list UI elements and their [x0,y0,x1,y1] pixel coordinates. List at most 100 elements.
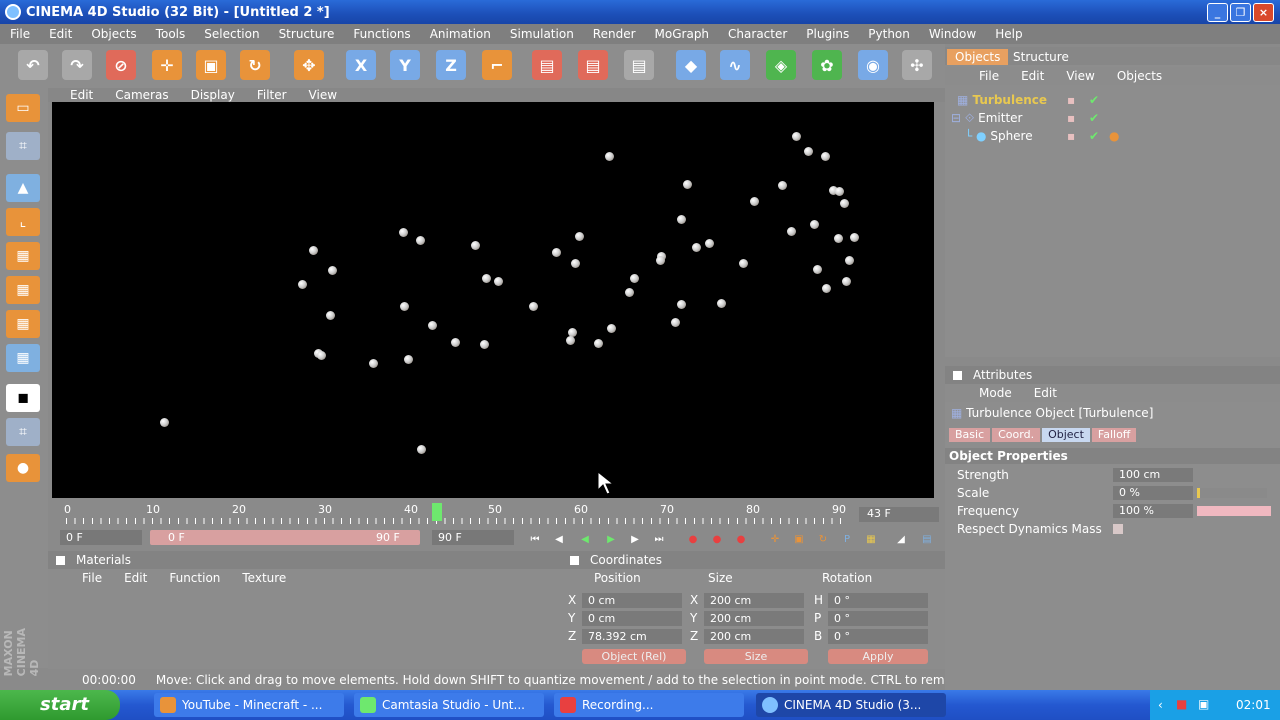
menu-tools[interactable]: Tools [156,27,186,41]
respect-dynamics-mass-checkbox[interactable] [1113,524,1123,534]
edges-mode-icon[interactable]: ▦ [6,276,40,304]
undo-icon[interactable]: ↶ [18,50,48,80]
materials-menu-file[interactable]: File [82,571,102,585]
z-axis-lock-icon[interactable]: Z [436,50,466,80]
timeline-settings-icon[interactable]: ▤ [918,532,936,547]
y-axis-lock-icon[interactable]: Y [390,50,420,80]
texture-mode-icon[interactable]: ⌗ [6,132,40,160]
task-camtasia[interactable]: Camtasia Studio - Unt... [354,693,544,717]
turbulence-enabled-check-icon[interactable]: ✔ [1089,92,1099,108]
move-icon[interactable]: ✛ [152,50,182,80]
menu-window[interactable]: Window [929,27,976,41]
task-youtube[interactable]: YouTube - Minecraft - ... [154,693,344,717]
viewport-menu-display[interactable]: Display [191,88,235,102]
rotation-key-icon[interactable]: ↻ [814,532,832,547]
materials-area[interactable] [48,587,562,669]
next-frame-icon[interactable]: ▶ [626,532,644,547]
nurbs-icon[interactable]: ◈ [766,50,796,80]
redo-icon[interactable]: ↷ [62,50,92,80]
range-slider[interactable]: 0 F 90 F [150,530,420,545]
objects-menu-file[interactable]: File [979,69,999,83]
render-view-icon[interactable]: ▤ [532,50,562,80]
menu-help[interactable]: Help [995,27,1022,41]
go-to-end-icon[interactable]: ⏭ [650,532,668,547]
emitter-visibility-dots[interactable]: ▪ [1067,110,1075,126]
maximize-button[interactable]: ❐ [1230,3,1251,22]
menu-render[interactable]: Render [593,27,636,41]
viewport-menu-filter[interactable]: Filter [257,88,287,102]
attr-tab-object[interactable]: Object [1042,428,1090,442]
play-forward-icon[interactable]: ▶ [602,532,620,547]
record-keys-icon[interactable]: ● [684,532,702,547]
emitter-enabled-check-icon[interactable]: ✔ [1089,110,1099,126]
tray-recorder-icon[interactable]: ■ [1176,697,1187,711]
tray-arrow-icon[interactable]: ‹ [1158,698,1163,712]
menu-animation[interactable]: Animation [430,27,491,41]
attributes-menu-mode[interactable]: Mode [979,386,1012,400]
menu-structure[interactable]: Structure [279,27,335,41]
timeline[interactable]: 0 10 20 30 40 50 60 70 80 90 43 F [48,500,945,530]
parameter-key-icon[interactable]: P [838,532,856,547]
rotate-icon[interactable]: ↻ [240,50,270,80]
uv-mode-icon[interactable]: ▦ [6,344,40,372]
strength-field[interactable]: 100 cm [1113,468,1193,482]
menu-simulation[interactable]: Simulation [510,27,574,41]
menu-edit[interactable]: Edit [49,27,72,41]
size-z-field[interactable]: 200 cm [704,629,804,644]
object-axis-icon[interactable]: ⌞ [6,208,40,236]
sphere-enabled-check-icon[interactable]: ✔ [1089,128,1099,144]
objects-menu-edit[interactable]: Edit [1021,69,1044,83]
end-frame-field[interactable]: 90 F [432,530,514,545]
viewport-3d[interactable] [52,102,934,498]
array-icon[interactable]: ✿ [812,50,842,80]
pos-z-field[interactable]: 78.392 cm [582,629,682,644]
previous-frame-icon[interactable]: ◀ [550,532,568,547]
object-properties-section[interactable]: Object Properties [945,448,1280,464]
tab-objects[interactable]: Objects [947,49,1009,65]
coordinate-mode-dropdown[interactable]: Object (Rel) [582,649,686,664]
viewport-menu-edit[interactable]: Edit [70,88,93,102]
polygons-mode-icon[interactable]: ▦ [6,310,40,338]
interpolation-icon[interactable]: ◢ [892,532,910,547]
attr-tab-coord[interactable]: Coord. [992,428,1041,442]
materials-menu-edit[interactable]: Edit [124,571,147,585]
points-mode-icon[interactable]: ▦ [6,242,40,270]
objects-menu-objects[interactable]: Objects [1117,69,1162,83]
minimize-button[interactable]: _ [1207,3,1228,22]
rot-p-field[interactable]: 0 ° [828,611,928,626]
render-picture-viewer-icon[interactable]: ▤ [578,50,608,80]
tree-item-turbulence[interactable]: ▦ Turbulence [957,92,1077,108]
apply-button[interactable]: Apply [828,649,928,664]
model-mode-icon[interactable]: ▲ [6,174,40,202]
materials-menu-texture[interactable]: Texture [242,571,286,585]
enable-axis-icon[interactable]: ◼ [6,384,40,412]
scale-key-icon[interactable]: ▣ [790,532,808,547]
menu-python[interactable]: Python [868,27,910,41]
menu-functions[interactable]: Functions [353,27,410,41]
tray-network-icon[interactable]: ▣ [1198,697,1209,711]
live-selection-icon[interactable]: ⊘ [106,50,136,80]
task-cinema4d[interactable]: CINEMA 4D Studio (3... [756,693,946,717]
keyframe-selection-icon[interactable]: ● [732,532,750,547]
scale-slider[interactable] [1197,488,1267,498]
menu-selection[interactable]: Selection [204,27,259,41]
start-frame-field[interactable]: 0 F [60,530,142,545]
current-frame-field[interactable]: 43 F [859,507,939,522]
size-x-field[interactable]: 200 cm [704,593,804,608]
attr-tab-basic[interactable]: Basic [949,428,991,442]
rot-b-field[interactable]: 0 ° [828,629,928,644]
recent-tools-icon[interactable]: ✥ [294,50,324,80]
coordinate-system-icon[interactable]: ⌐ [482,50,512,80]
tab-structure[interactable]: Structure [1005,49,1077,65]
sphere-tag-icon[interactable]: ● [1109,128,1119,144]
sphere-visibility-dots[interactable]: ▪ [1067,128,1075,144]
timeline-playhead[interactable] [432,503,442,521]
menu-file[interactable]: File [10,27,30,41]
menu-mograph[interactable]: MoGraph [655,27,710,41]
size-mode-dropdown[interactable]: Size [704,649,808,664]
position-key-icon[interactable]: ✛ [766,532,784,547]
menu-character[interactable]: Character [728,27,787,41]
tree-item-emitter[interactable]: ⊟ ⟐ Emitter [951,110,1071,126]
materials-menu-function[interactable]: Function [169,571,220,585]
pos-y-field[interactable]: 0 cm [582,611,682,626]
